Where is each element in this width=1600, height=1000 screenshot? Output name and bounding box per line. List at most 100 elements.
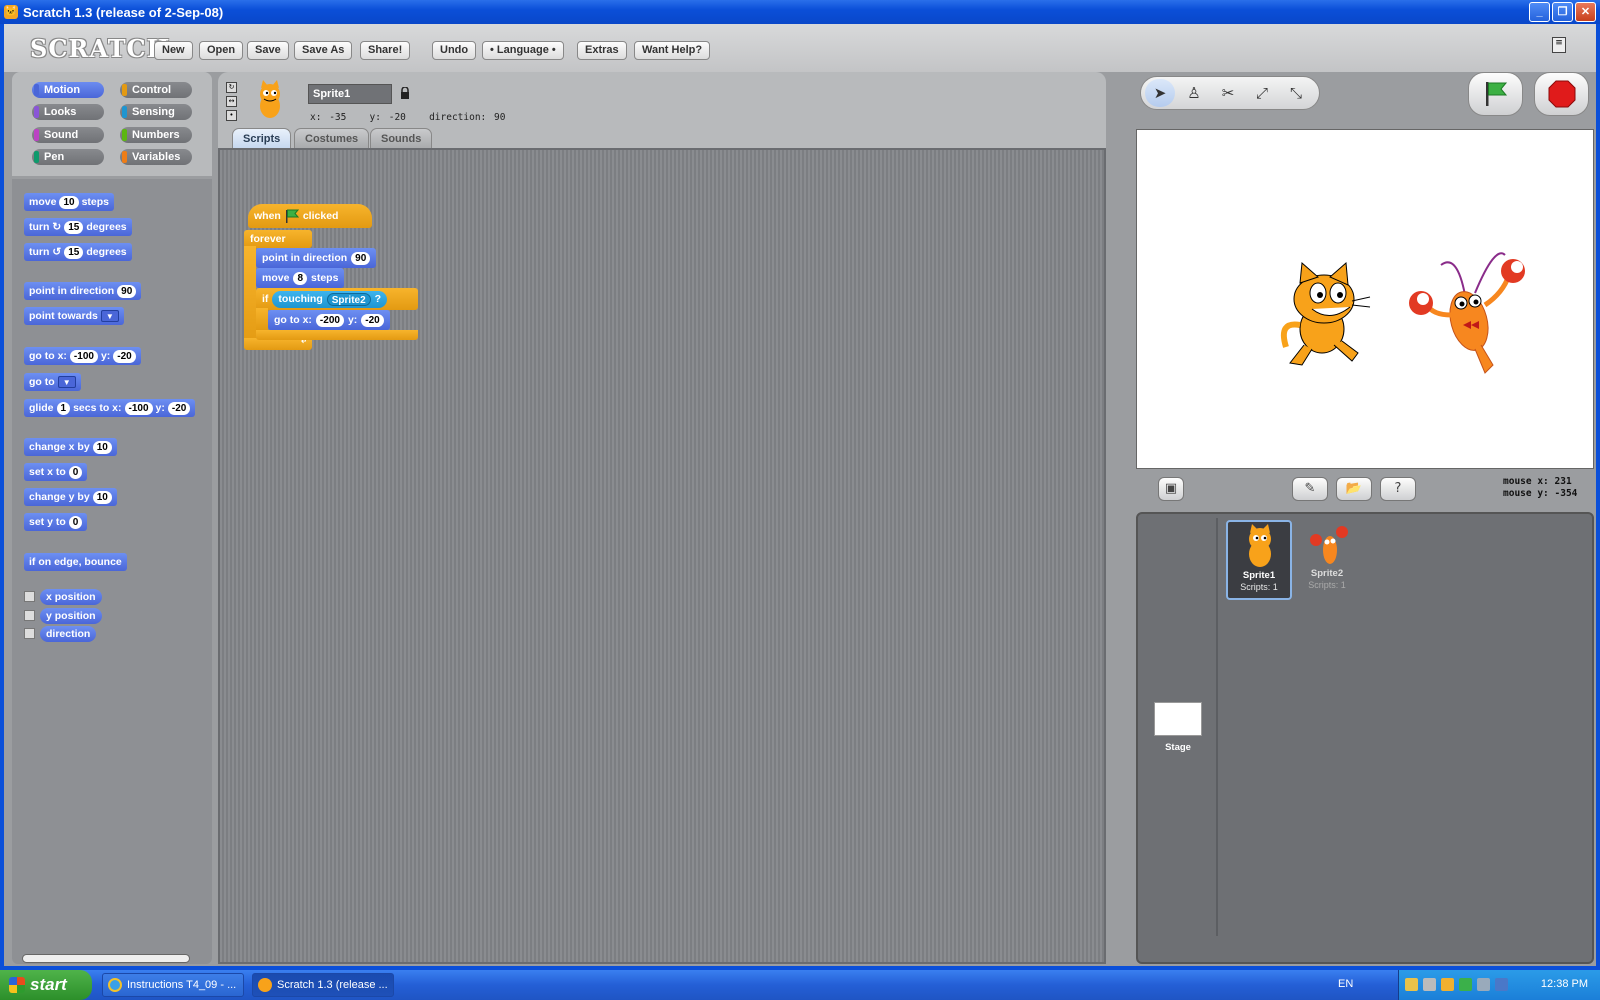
- block-touching[interactable]: touching Sprite2?: [272, 290, 388, 308]
- tray-shield-icon[interactable]: [1441, 978, 1454, 991]
- block-point-in-direction[interactable]: point in direction 90: [256, 248, 377, 268]
- tab-scripts[interactable]: Scripts: [232, 128, 292, 148]
- block-glide[interactable]: glide 1 secs to x: -100 y: -20: [24, 399, 196, 417]
- extras-button[interactable]: Extras: [577, 41, 627, 60]
- ie-icon: [108, 978, 122, 992]
- delete-scissors-icon[interactable]: ✂: [1213, 79, 1243, 107]
- language-indicator[interactable]: EN: [1338, 978, 1353, 990]
- checkbox-x-position[interactable]: [24, 591, 35, 602]
- save-button[interactable]: Save: [247, 41, 289, 60]
- paint-new-sprite-icon[interactable]: ✎: [1292, 477, 1328, 501]
- tray-monitor-icon[interactable]: [1459, 978, 1472, 991]
- undo-button[interactable]: Undo: [432, 41, 477, 60]
- menubar: SCRATCH New Open Save Save As Share! Und…: [4, 24, 1596, 72]
- windows-taskbar: start Instructions T4_09 - ... Scratch 1…: [0, 970, 1600, 1000]
- reporter-direction[interactable]: direction: [40, 626, 97, 642]
- window-title: Scratch 1.3 (release of 2-Sep-08): [23, 4, 224, 20]
- category-sensing[interactable]: Sensing: [120, 104, 192, 120]
- mouse-coordinates: mouse x: 231 mouse y: -354: [1503, 476, 1578, 499]
- reporter-y-position[interactable]: y position: [40, 608, 102, 624]
- scratch-app-icon: 🐱: [4, 5, 18, 19]
- stage-bottom-bar: ▣ ✎ 📂 ? mouse x: 231 mouse y: -354: [1136, 471, 1594, 509]
- stage[interactable]: [1136, 129, 1594, 469]
- script-area[interactable]: when clicked forever ↲ point in directio…: [218, 148, 1106, 964]
- dropdown-arrow-icon[interactable]: ▼: [100, 310, 119, 322]
- tray-network-icon[interactable]: [1405, 978, 1418, 991]
- block-go-to-xy[interactable]: go to x: -200 y: -20: [268, 310, 390, 330]
- arrow-tool-icon[interactable]: ➤: [1145, 79, 1175, 107]
- stage-thumbnail[interactable]: [1154, 702, 1202, 736]
- block-change-y[interactable]: change y by 10: [24, 488, 117, 506]
- green-flag-button[interactable]: [1468, 72, 1523, 116]
- lobster-sprite: [1409, 252, 1525, 374]
- block-point-in-direction[interactable]: point in direction 90: [24, 282, 142, 300]
- block-move-steps[interactable]: move 8 steps: [256, 268, 345, 288]
- language-button[interactable]: • Language •: [482, 41, 564, 60]
- taskbar-item-instructions[interactable]: Instructions T4_09 - ...: [102, 973, 244, 997]
- block-set-x[interactable]: set x to 0: [24, 463, 88, 481]
- want-help-button[interactable]: Want Help?: [634, 41, 711, 60]
- block-move-steps[interactable]: move 10 steps: [24, 193, 114, 211]
- block-go-to[interactable]: go to ▼: [24, 373, 81, 391]
- save-as-button[interactable]: Save As: [294, 41, 353, 60]
- sprite-card-sprite2[interactable]: Sprite2 Scripts: 1: [1296, 520, 1362, 600]
- rotate-ccw-icon: ↺: [52, 246, 62, 258]
- stop-button[interactable]: [1534, 72, 1589, 116]
- notes-icon[interactable]: ≡: [1552, 37, 1566, 53]
- duplicate-stamp-icon[interactable]: ♙: [1179, 79, 1209, 107]
- if-body: [256, 308, 268, 330]
- category-panel: Motion Control Looks Sensing Sound Numbe…: [12, 72, 212, 176]
- reporter-x-position[interactable]: x position: [40, 589, 102, 605]
- category-sound[interactable]: Sound: [32, 127, 104, 143]
- share-button[interactable]: Share!: [360, 41, 411, 60]
- start-button[interactable]: start: [0, 970, 92, 1000]
- new-button[interactable]: New: [154, 41, 193, 60]
- category-motion[interactable]: Motion: [32, 82, 104, 98]
- palette-scrollbar[interactable]: [22, 954, 190, 963]
- block-go-to-xy[interactable]: go to x: -100 y: -20: [24, 347, 141, 365]
- checkbox-direction[interactable]: [24, 628, 35, 639]
- rotation-flip-icon[interactable]: ↔: [226, 96, 237, 107]
- category-control[interactable]: Control: [120, 82, 192, 98]
- open-button[interactable]: Open: [199, 41, 244, 60]
- dropdown-arrow-icon[interactable]: ▼: [57, 376, 76, 388]
- scratch-app: SCRATCH New Open Save Save As Share! Und…: [0, 24, 1600, 970]
- rotation-full-icon[interactable]: ↻: [226, 82, 237, 93]
- block-turn-clockwise[interactable]: turn ↻ 15 degrees: [24, 218, 132, 236]
- category-looks[interactable]: Looks: [32, 104, 104, 120]
- stage-label: Stage: [1165, 742, 1191, 753]
- random-sprite-icon[interactable]: ?: [1380, 477, 1416, 501]
- sprite-card-sprite1[interactable]: Sprite1 Scripts: 1: [1226, 520, 1292, 600]
- checkbox-y-position[interactable]: [24, 610, 35, 621]
- block-when-flag-clicked[interactable]: when clicked: [248, 204, 372, 228]
- close-button[interactable]: ✕: [1575, 2, 1596, 22]
- block-set-y[interactable]: set y to 0: [24, 513, 88, 531]
- green-flag-icon: [285, 209, 299, 223]
- tray-speaker-icon[interactable]: [1477, 978, 1490, 991]
- sprite-name-field[interactable]: Sprite1: [308, 84, 392, 104]
- tab-sounds[interactable]: Sounds: [370, 128, 433, 148]
- rotation-none-icon[interactable]: •: [226, 110, 237, 121]
- tray-wifi-icon[interactable]: [1423, 978, 1436, 991]
- category-pen[interactable]: Pen: [32, 149, 104, 165]
- block-turn-counterclockwise[interactable]: turn ↺ 15 degrees: [24, 243, 132, 261]
- block-if[interactable]: if touching Sprite2?: [256, 288, 418, 310]
- block-if-on-edge-bounce[interactable]: if on edge, bounce: [24, 553, 127, 571]
- presentation-mode-icon[interactable]: ▣: [1158, 477, 1184, 501]
- minimize-button[interactable]: _: [1529, 2, 1550, 22]
- shrink-icon[interactable]: ⤡: [1281, 79, 1311, 107]
- category-variables[interactable]: Variables: [120, 149, 192, 165]
- block-point-towards[interactable]: point towards ▼: [24, 307, 124, 325]
- maximize-button[interactable]: ❐: [1552, 2, 1573, 22]
- forever-body: [244, 246, 256, 348]
- grow-icon[interactable]: ⤢: [1247, 79, 1277, 107]
- tab-costumes[interactable]: Costumes: [294, 128, 370, 148]
- lock-icon[interactable]: [400, 87, 410, 99]
- category-numbers[interactable]: Numbers: [120, 127, 192, 143]
- tray-display-icon[interactable]: [1495, 978, 1508, 991]
- green-flag-icon: [1485, 82, 1507, 106]
- choose-sprite-file-icon[interactable]: 📂: [1336, 477, 1372, 501]
- clock[interactable]: 12:38 PM: [1541, 978, 1588, 990]
- block-change-x[interactable]: change x by 10: [24, 438, 117, 456]
- taskbar-item-scratch[interactable]: Scratch 1.3 (release ...: [252, 973, 394, 997]
